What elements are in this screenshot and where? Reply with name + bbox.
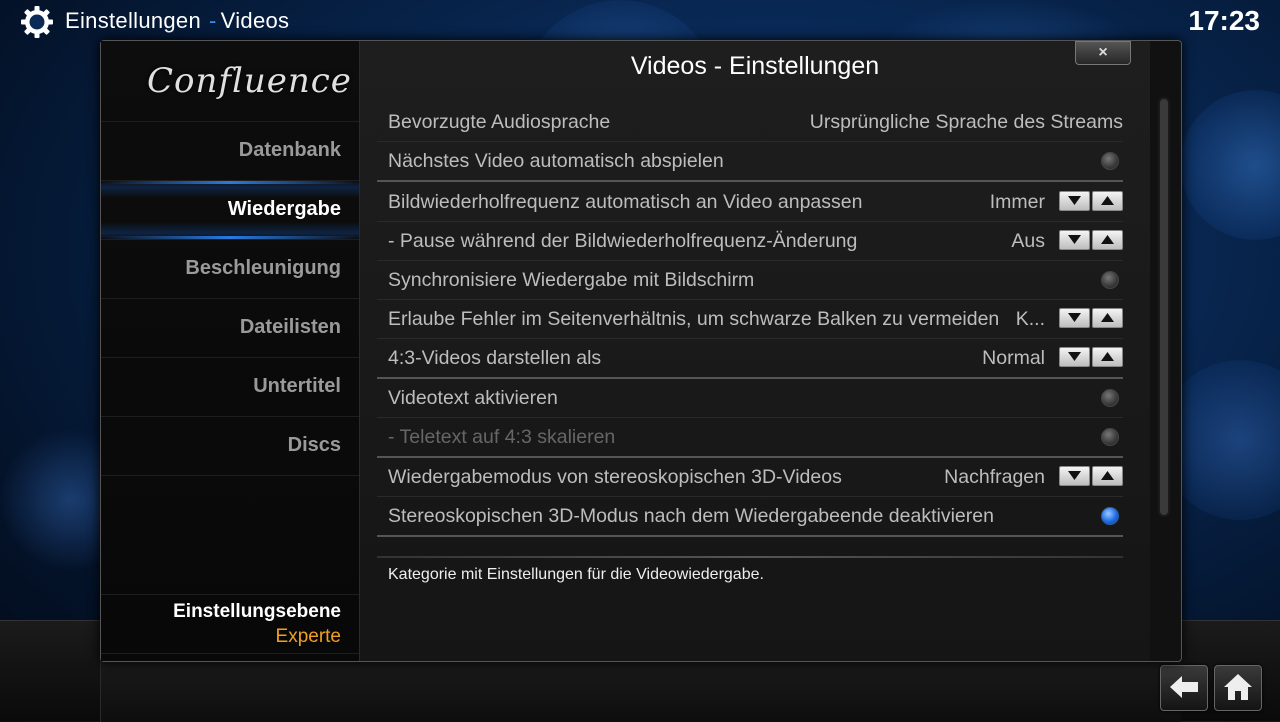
dialog-title: Videos - Einstellungen <box>630 52 880 80</box>
setting-value: Normal <box>982 347 1045 369</box>
toggle-off[interactable] <box>1101 152 1119 170</box>
sidebar-item-label: Wiedergabe <box>227 198 341 220</box>
clock: 17:23 <box>1188 5 1260 36</box>
category-description: Kategorie mit Einstellungen für die Vide… <box>388 566 764 583</box>
sidebar-item-discs[interactable]: Discs <box>101 416 359 476</box>
value-spinner <box>1059 308 1123 328</box>
setting-value: Immer <box>989 191 1045 213</box>
sidebar-item-label: Beschleunigung <box>185 257 341 279</box>
setting-row-stereo-mode[interactable]: Wiedergabemodus von stereoskopischen 3D-… <box>377 457 1123 497</box>
settings-dialog: Confluence Datenbank Wiedergabe Beschleu… <box>100 40 1182 662</box>
setting-row-stereo-disable[interactable]: Stereoskopischen 3D-Modus nach dem Wiede… <box>377 496 1123 537</box>
settings-level-title: Einstellungsebene <box>173 601 341 622</box>
arrow-down-icon <box>1068 471 1081 480</box>
setting-label: Bevorzugte Audiosprache <box>388 111 611 133</box>
arrow-up-icon <box>1101 352 1114 361</box>
value-spinner <box>1059 230 1123 250</box>
spinner-down-button[interactable] <box>1059 230 1090 250</box>
setting-row-autoplay-next[interactable]: Nächstes Video automatisch abspielen <box>377 141 1123 182</box>
bottom-bar-panel <box>100 659 1181 722</box>
arrow-up-icon <box>1101 196 1114 205</box>
confluence-logo: Confluence <box>147 61 352 101</box>
setting-value: Ursprüngliche Sprache des Streams <box>809 111 1123 133</box>
spinner-up-button[interactable] <box>1092 347 1123 367</box>
home-icon <box>1224 674 1252 700</box>
setting-label: Nächstes Video automatisch abspielen <box>388 150 724 172</box>
toggle-off[interactable] <box>1101 271 1119 289</box>
setting-label: Synchronisiere Wiedergabe mit Bildschirm <box>388 269 755 291</box>
scrollbar-thumb[interactable] <box>1160 99 1168 515</box>
settings-level-button[interactable]: Einstellungsebene Experte <box>101 594 359 654</box>
home-button[interactable] <box>1214 665 1262 711</box>
value-spinner <box>1059 347 1123 367</box>
breadcrumb-separator: - <box>209 8 217 33</box>
setting-label: Stereoskopischen 3D-Modus nach dem Wiede… <box>388 505 994 527</box>
breadcrumb-section: Einstellungen <box>65 8 201 33</box>
setting-row-refresh-pause[interactable]: - Pause während der Bildwiederholfrequen… <box>377 221 1123 261</box>
top-bar: Einstellungen - Videos 17:23 <box>0 0 1280 44</box>
spinner-down-button[interactable] <box>1059 308 1090 328</box>
value-spinner <box>1059 191 1123 211</box>
sidebar-item-label: Datenbank <box>238 139 341 161</box>
settings-level-value: Experte <box>275 626 341 647</box>
value-spinner <box>1059 466 1123 486</box>
setting-row-teletext-enable[interactable]: Videotext aktivieren <box>377 378 1123 418</box>
setting-row-sync-display[interactable]: Synchronisiere Wiedergabe mit Bildschirm <box>377 260 1123 300</box>
arrow-up-icon <box>1101 313 1114 322</box>
back-button[interactable] <box>1160 665 1208 711</box>
spinner-up-button[interactable] <box>1092 466 1123 486</box>
setting-row-refresh-rate[interactable]: Bildwiederholfrequenz automatisch an Vid… <box>377 182 1123 222</box>
breadcrumb-page: Videos <box>220 8 290 33</box>
sidebar-item-dateilisten[interactable]: Dateilisten <box>101 298 359 357</box>
spinner-down-button[interactable] <box>1059 347 1090 367</box>
setting-label: 4:3-Videos darstellen als <box>388 347 602 369</box>
spinner-up-button[interactable] <box>1092 230 1123 250</box>
spinner-down-button[interactable] <box>1059 466 1090 486</box>
setting-label: - Teletext auf 4:3 skalieren <box>388 426 616 448</box>
gear-icon <box>21 6 53 38</box>
setting-label: Videotext aktivieren <box>388 387 558 409</box>
spinner-up-button[interactable] <box>1092 308 1123 328</box>
setting-value: Aus <box>1011 230 1045 252</box>
sidebar-item-label: Dateilisten <box>239 316 341 338</box>
setting-label: - Pause während der Bildwiederholfrequen… <box>388 230 858 252</box>
setting-row-aspect-error[interactable]: Erlaube Fehler im Seitenverhältnis, um s… <box>377 299 1123 339</box>
setting-label: Wiedergabemodus von stereoskopischen 3D-… <box>388 466 842 488</box>
back-arrow-icon <box>1170 676 1198 698</box>
sidebar-item-label: Discs <box>287 434 341 456</box>
breadcrumb: Einstellungen - Videos <box>65 8 289 34</box>
arrow-up-icon <box>1101 471 1114 480</box>
toggle-off <box>1101 428 1119 446</box>
sidebar-item-datenbank[interactable]: Datenbank <box>101 121 359 180</box>
spinner-up-button[interactable] <box>1092 191 1123 211</box>
description-divider <box>377 556 1123 558</box>
setting-value: K... <box>1015 308 1045 330</box>
toggle-on[interactable] <box>1101 507 1119 525</box>
sidebar-item-label: Untertitel <box>253 375 341 397</box>
setting-row-teletext-scale: - Teletext auf 4:3 skalieren <box>377 417 1123 458</box>
setting-row-audio-language[interactable]: Bevorzugte Audiosprache Ursprüngliche Sp… <box>377 102 1123 142</box>
spinner-down-button[interactable] <box>1059 191 1090 211</box>
background-bubble <box>1180 90 1280 240</box>
category-sidebar: Confluence Datenbank Wiedergabe Beschleu… <box>101 41 359 661</box>
setting-row-43-display[interactable]: 4:3-Videos darstellen als Normal <box>377 338 1123 379</box>
sidebar-item-untertitel[interactable]: Untertitel <box>101 357 359 416</box>
setting-value: Nachfragen <box>944 466 1045 488</box>
scrollbar[interactable] <box>1158 97 1170 517</box>
toggle-off[interactable] <box>1101 389 1119 407</box>
arrow-up-icon <box>1101 235 1114 244</box>
arrow-down-icon <box>1068 352 1081 361</box>
close-button[interactable]: × <box>1075 41 1131 65</box>
setting-label: Bildwiederholfrequenz automatisch an Vid… <box>388 191 863 213</box>
arrow-down-icon <box>1068 235 1081 244</box>
setting-label: Erlaube Fehler im Seitenverhältnis, um s… <box>388 308 1000 330</box>
arrow-down-icon <box>1068 196 1081 205</box>
sidebar-item-wiedergabe[interactable]: Wiedergabe <box>101 180 359 239</box>
sidebar-item-beschleunigung[interactable]: Beschleunigung <box>101 239 359 298</box>
arrow-down-icon <box>1068 313 1081 322</box>
